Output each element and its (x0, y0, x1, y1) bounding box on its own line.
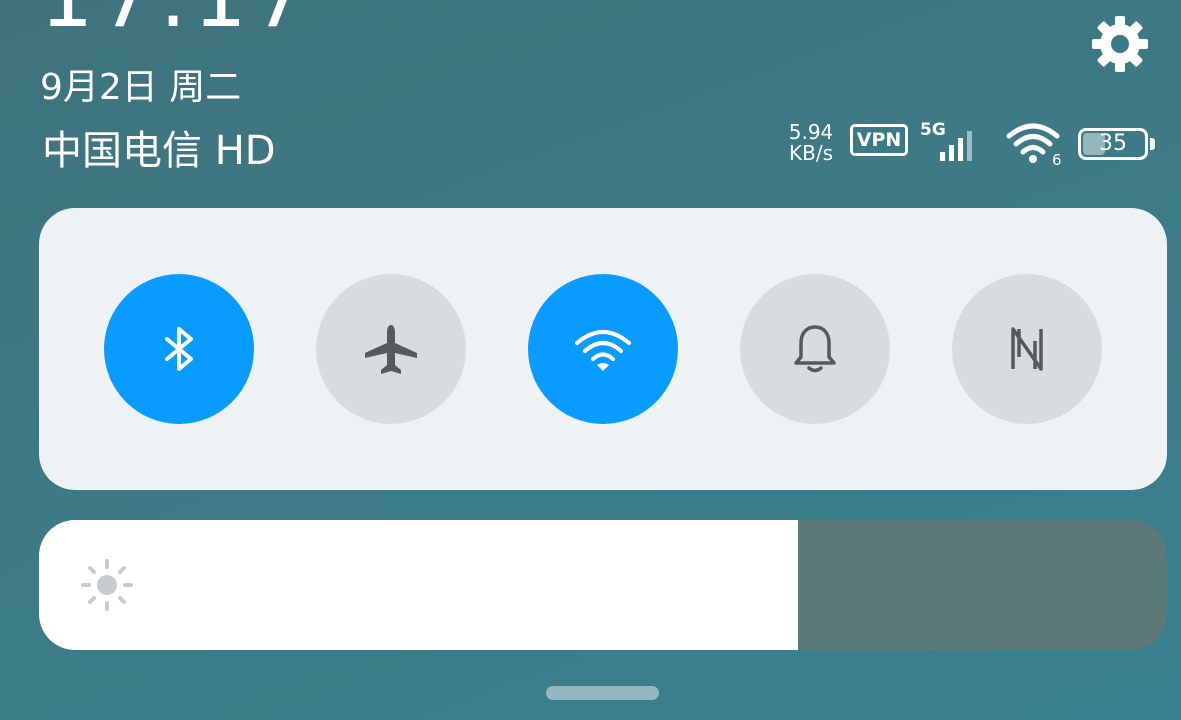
clock: 17:17 (40, 0, 312, 46)
nfc-icon (1011, 327, 1043, 371)
wifi-status-icon: 6 (1005, 120, 1065, 169)
battery-cap (1150, 138, 1155, 150)
airplane-icon (365, 325, 417, 374)
settings-gear-icon[interactable] (1088, 12, 1152, 76)
brightness-slider-fill[interactable] (39, 520, 799, 650)
toggle-nfc[interactable] (952, 274, 1102, 424)
vpn-badge: VPN (850, 124, 908, 156)
status-bar: 5.94 KB/s VPN 5G 6 35 (780, 118, 1170, 169)
toggle-bluetooth[interactable] (104, 274, 254, 424)
net-speed-unit: KB/s (789, 141, 833, 165)
toggle-wifi[interactable] (528, 274, 678, 424)
battery-level: 35 (1099, 131, 1127, 156)
brightness-slider[interactable] (39, 520, 1167, 650)
net-speed: 5.94 KB/s (780, 122, 842, 164)
sun-icon (81, 559, 133, 611)
wifi-standard-label: 6 (1052, 151, 1062, 166)
net-speed-value: 5.94 (788, 120, 834, 144)
quick-toggles-panel (39, 208, 1167, 490)
toggle-sound[interactable] (740, 274, 890, 424)
cellular-signal-icon: 5G (920, 120, 992, 164)
wifi-icon (575, 330, 631, 371)
battery-icon: 35 (1078, 128, 1148, 160)
bell-icon (794, 325, 836, 373)
toggle-airplane-mode[interactable] (316, 274, 466, 424)
date-label: 9月2日 周二 (40, 67, 242, 108)
bluetooth-icon (165, 327, 193, 371)
carrier-label: 中国电信 HD (42, 128, 276, 174)
network-type-label: 5G (920, 120, 946, 140)
drag-handle[interactable] (546, 686, 659, 700)
